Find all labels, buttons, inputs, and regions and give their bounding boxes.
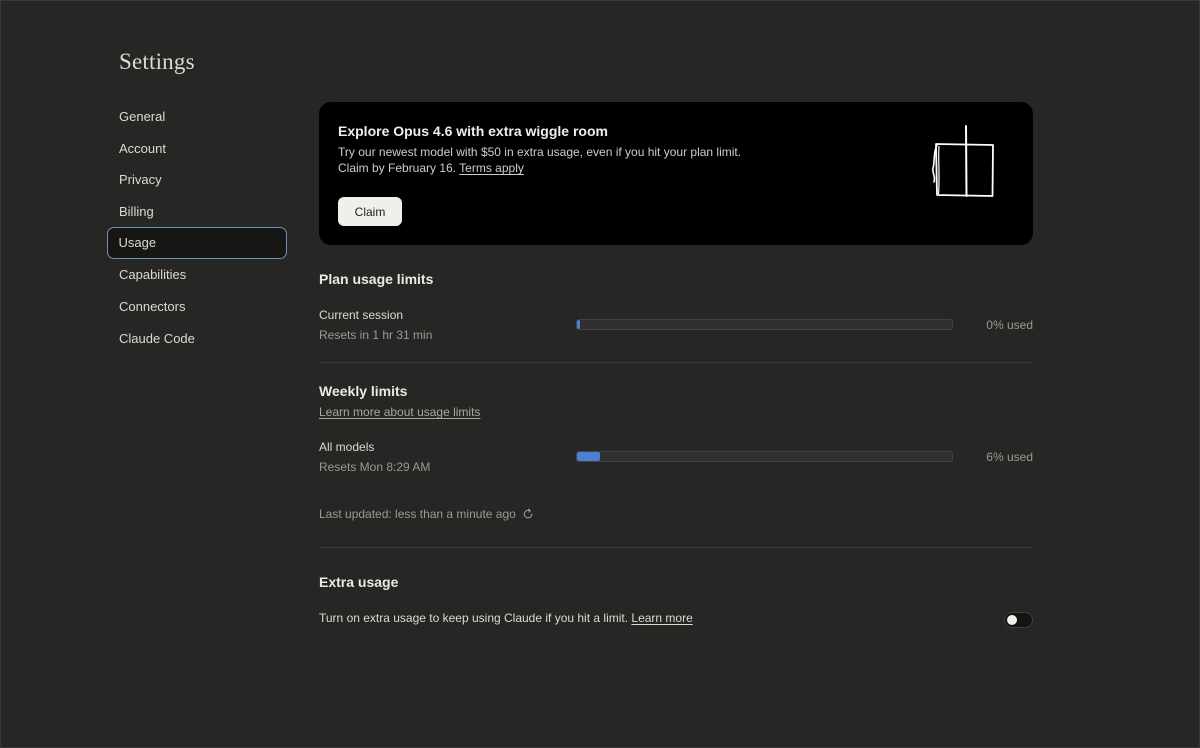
current-session-used: 0% used — [986, 318, 1033, 332]
terms-apply-link[interactable]: Terms apply — [459, 161, 524, 175]
usage-panel: Explore Opus 4.6 with extra wiggle room … — [319, 102, 1033, 628]
all-models-label: All models — [319, 440, 375, 454]
extra-usage-description: Turn on extra usage to keep using Claude… — [319, 611, 693, 625]
promo-title: Explore Opus 4.6 with extra wiggle room — [338, 123, 608, 139]
sidebar-item-general[interactable]: General — [107, 101, 287, 133]
all-models-progress-fill — [577, 452, 600, 461]
promo-line-2: Claim by February 16. Terms apply — [338, 160, 741, 176]
promo-description: Try our newest model with $50 in extra u… — [338, 144, 741, 176]
door-sketch-icon — [932, 125, 994, 197]
last-updated-text: Last updated: less than a minute ago — [319, 507, 516, 521]
divider — [319, 362, 1033, 363]
current-session-label: Current session — [319, 308, 404, 322]
all-models-progress-bar — [576, 451, 953, 462]
extra-usage-title: Extra usage — [319, 574, 399, 590]
sidebar-item-usage[interactable]: Usage — [107, 227, 287, 259]
plan-usage-title: Plan usage limits — [319, 271, 434, 287]
last-updated: Last updated: less than a minute ago — [319, 507, 534, 521]
all-models-used: 6% used — [986, 450, 1033, 464]
promo-claim-deadline: Claim by February 16. — [338, 161, 457, 175]
extra-usage-text: Turn on extra usage to keep using Claude… — [319, 611, 629, 625]
current-session-progress-bar — [576, 319, 953, 330]
current-session-progress-fill — [577, 320, 580, 329]
sidebar-item-privacy[interactable]: Privacy — [107, 164, 287, 196]
current-session-reset: Resets in 1 hr 31 min — [319, 328, 433, 342]
sidebar-item-account[interactable]: Account — [107, 133, 287, 165]
settings-page: Settings General Account Privacy Billing… — [0, 0, 1200, 748]
toggle-knob — [1007, 615, 1017, 625]
promo-banner: Explore Opus 4.6 with extra wiggle room … — [319, 102, 1033, 245]
extra-usage-learn-more-link[interactable]: Learn more — [631, 611, 692, 625]
weekly-limits-title: Weekly limits — [319, 383, 408, 399]
promo-line-1: Try our newest model with $50 in extra u… — [338, 145, 742, 159]
page-title: Settings — [119, 49, 195, 74]
all-models-reset: Resets Mon 8:29 AM — [319, 460, 431, 474]
usage-limits-learn-more-link[interactable]: Learn more about usage limits — [319, 405, 480, 419]
refresh-icon[interactable] — [522, 508, 534, 520]
sidebar-item-billing[interactable]: Billing — [107, 196, 287, 228]
divider — [319, 547, 1033, 548]
sidebar-item-claude-code[interactable]: Claude Code — [107, 323, 287, 355]
sidebar-item-connectors[interactable]: Connectors — [107, 291, 287, 323]
extra-usage-toggle[interactable] — [1004, 612, 1033, 628]
sidebar-item-capabilities[interactable]: Capabilities — [107, 259, 287, 291]
claim-button[interactable]: Claim — [338, 197, 402, 226]
